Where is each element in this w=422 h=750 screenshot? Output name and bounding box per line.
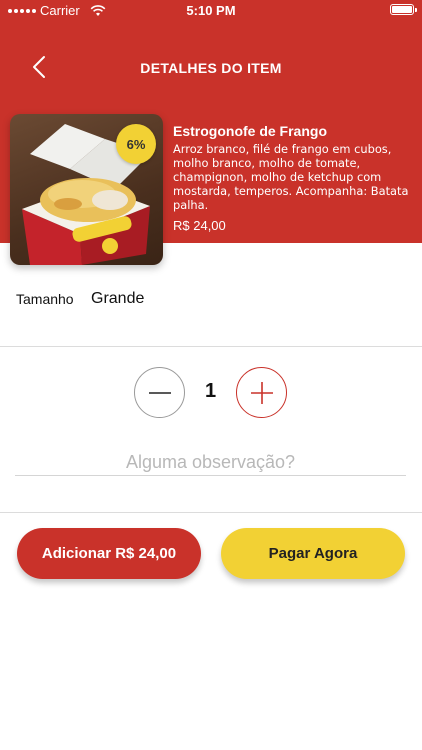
note-input[interactable] <box>15 450 406 476</box>
product-price: R$ 24,00 <box>173 218 226 233</box>
minus-icon <box>148 391 171 394</box>
quantity-increase-button[interactable] <box>236 367 287 418</box>
plus-icon <box>250 381 273 404</box>
pay-now-button[interactable]: Pagar Agora <box>221 528 405 579</box>
battery-icon <box>390 4 417 15</box>
divider <box>0 346 422 347</box>
quantity-decrease-button[interactable] <box>134 367 185 418</box>
product-info: Estrogonofe de Frango Arroz branco, filé… <box>173 122 413 233</box>
divider <box>0 512 422 513</box>
quantity-value: 1 <box>204 380 217 402</box>
size-value[interactable]: Grande <box>91 290 144 308</box>
status-bar: Carrier 5:10 PM <box>0 0 422 22</box>
status-time: 5:10 PM <box>186 3 236 18</box>
size-label: Tamanho <box>16 291 74 307</box>
discount-badge: 6% <box>116 124 156 164</box>
page-title: DETALHES DO ITEM <box>140 60 282 76</box>
product-name: Estrogonofe de Frango <box>173 123 327 139</box>
product-description: Arroz branco, filé de frango em cubos, m… <box>173 142 409 212</box>
add-to-cart-button[interactable]: Adicionar R$ 24,00 <box>17 528 201 579</box>
